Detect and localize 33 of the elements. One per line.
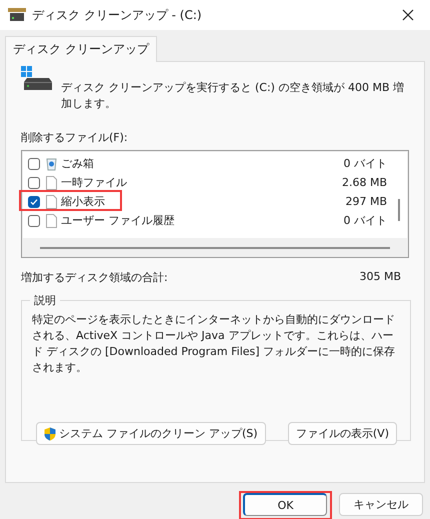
disk-cleanup-icon [8, 8, 26, 22]
file-size: 297 MB [345, 195, 387, 208]
file-icon [46, 194, 57, 208]
file-icon [46, 214, 57, 228]
file-size: 0 バイト [344, 213, 387, 228]
close-icon[interactable] [402, 9, 414, 21]
file-name: ごみ箱 [61, 156, 95, 171]
shield-icon [44, 426, 56, 440]
file-size: 2.68 MB [342, 176, 387, 189]
window-title: ディスク クリーンアップ - (C:) [32, 6, 203, 24]
action-button[interactable]: システム ファイルのクリーン アップ(S) [36, 422, 266, 445]
file-name: 一時ファイル [61, 175, 128, 190]
file-size: 0 バイト [344, 156, 387, 171]
scrollbar-thumb[interactable] [398, 199, 400, 221]
scrollbar-thumb[interactable] [40, 247, 390, 249]
description-text: 特定のページを表示したときにインターネットから自動的にダウンロードされる、ActiveX コントロールや Java アプレットです。これらは、ハード ディスクの [Downloaded Program Files] フォルダーに一時的に保存されます。 [32, 312, 396, 376]
file-name: 縮小表示 [61, 194, 106, 209]
tab[interactable]: ディスク クリーンアップ [5, 36, 157, 62]
file-icon [46, 176, 57, 190]
group-title: 説明 [33, 293, 57, 308]
dialog-button[interactable]: キャンセル [339, 493, 423, 516]
files-label: 削除するファイル(F): [21, 130, 129, 145]
checkbox[interactable] [28, 214, 40, 226]
intro-text: ディスク クリーンアップを実行すると (C:) の空き領域が 400 MB 増加します。 [61, 80, 405, 112]
total-value: 305 MB [359, 270, 401, 285]
checkbox[interactable] [28, 176, 40, 188]
file-name: ユーザー ファイル履歴 [61, 213, 176, 228]
action-button[interactable]: ファイルの表示(V) [288, 422, 397, 445]
total-label: 増加するディスク領域の合計: [21, 270, 168, 285]
checkbox[interactable] [28, 158, 40, 170]
recycle-bin-icon [46, 156, 57, 170]
drive-icon [21, 66, 53, 92]
checkbox[interactable] [28, 196, 40, 208]
